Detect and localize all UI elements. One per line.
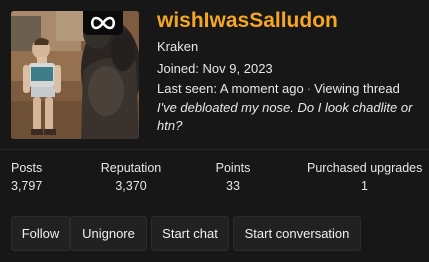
stat-points-value: 33 (226, 179, 240, 193)
start-conversation-button[interactable]: Start conversation (233, 216, 361, 251)
stat-posts[interactable]: Posts 3,797 (11, 161, 42, 193)
stat-posts-value: 3,797 (11, 179, 43, 193)
infinity-icon (83, 11, 123, 35)
stat-points-label: Points (215, 161, 251, 175)
username-link[interactable]: wishIwasSalludon (157, 9, 338, 33)
last-seen-value: A moment ago (219, 81, 304, 96)
user-title: Kraken (157, 39, 199, 54)
last-seen-line: Last seen: A moment ago · Viewing thread (157, 81, 400, 96)
joined-date: Nov 9, 2023 (202, 61, 273, 76)
activity-link[interactable]: Viewing thread (314, 81, 400, 96)
status-message: I've debloated my nose. Do I look chadli… (157, 100, 413, 133)
stat-points: Points 33 (212, 161, 254, 193)
stat-upgrades: Purchased upgrades 1 (307, 161, 422, 193)
separator-dot: · (306, 81, 312, 96)
divider (0, 149, 429, 150)
avatar[interactable] (11, 11, 139, 139)
member-tooltip-card: wishIwasSalludon Kraken Joined: Nov 9, 2… (0, 0, 429, 262)
stat-reputation: Reputation 3,370 (100, 161, 162, 193)
last-seen-label: Last seen: (157, 81, 217, 96)
stat-reputation-label: Reputation (100, 161, 162, 175)
joined-line: Joined: Nov 9, 2023 (157, 61, 273, 76)
stat-upgrades-label: Purchased upgrades (307, 161, 423, 175)
unignore-button[interactable]: Unignore (70, 216, 147, 251)
joined-label: Joined: (157, 61, 199, 76)
stat-posts-label: Posts (11, 161, 43, 175)
stat-upgrades-value: 1 (361, 179, 368, 193)
stat-reputation-value: 3,370 (115, 179, 147, 193)
follow-button[interactable]: Follow (11, 216, 70, 251)
start-chat-button[interactable]: Start chat (151, 216, 229, 251)
